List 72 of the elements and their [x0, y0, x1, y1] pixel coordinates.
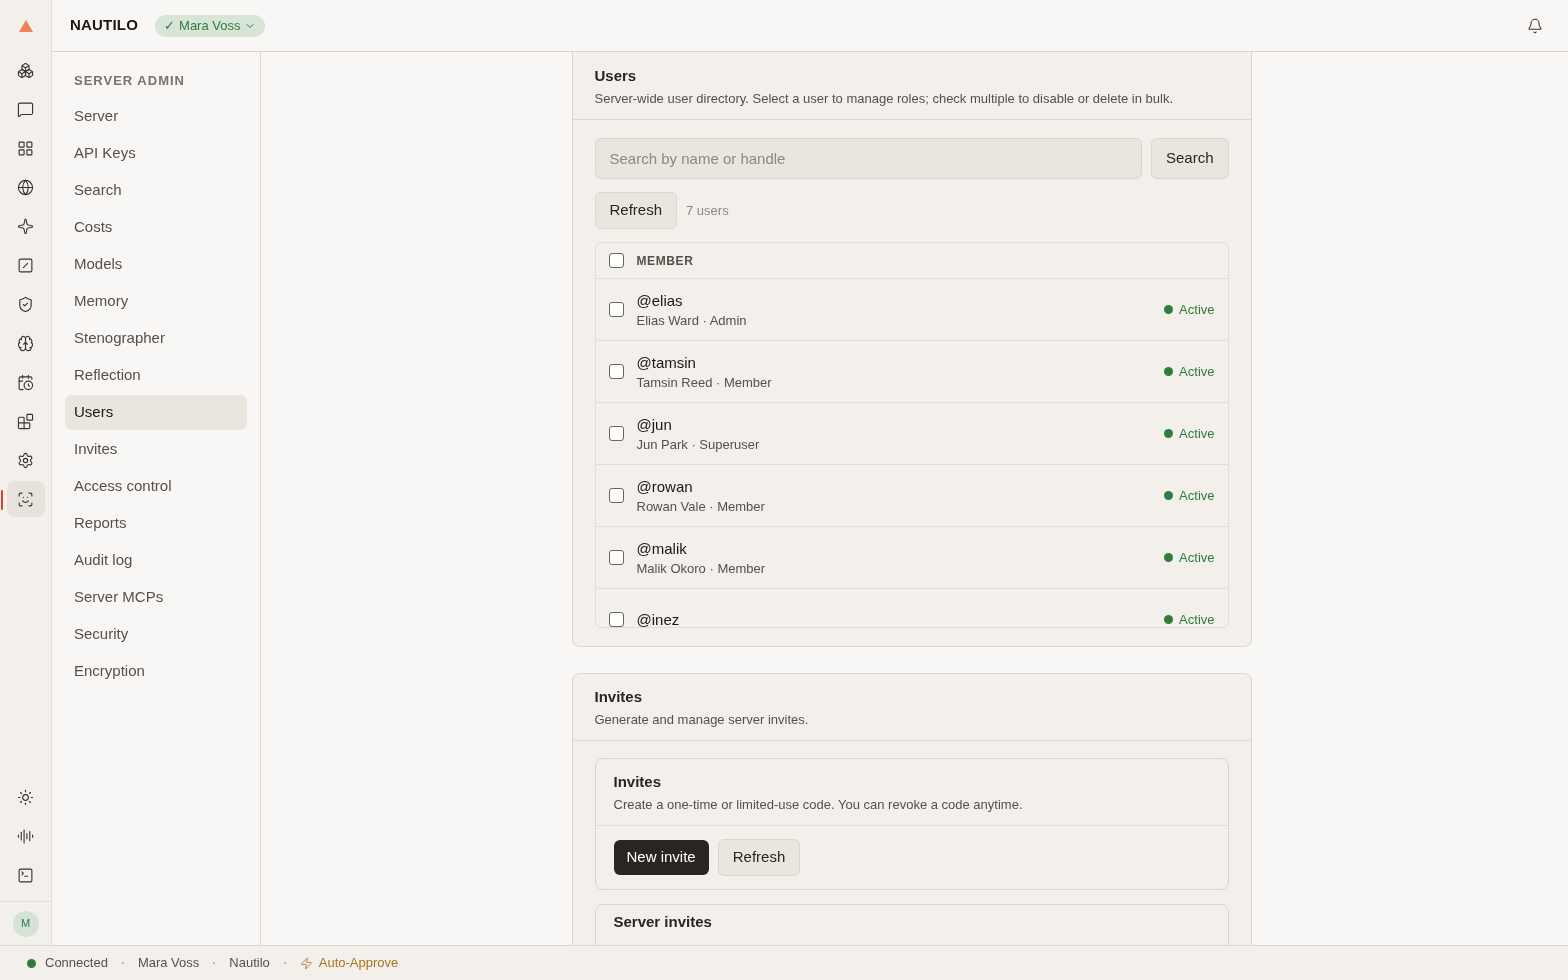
avatar[interactable]: M [12, 910, 39, 937]
new-invite-button[interactable]: New invite [613, 840, 709, 875]
auto-approve-toggle[interactable]: Auto-Approve [299, 953, 399, 973]
sidebar-item[interactable]: Audit log [65, 542, 247, 578]
user-count: 7 users [686, 201, 729, 220]
section-description: Server-wide user directory. Select a user to manage roles; check multiple to disable or delete in bulk. [594, 90, 1175, 107]
checkbox[interactable] [608, 488, 624, 503]
sidebar-item[interactable]: Users [65, 394, 247, 430]
checkbox[interactable] [608, 612, 624, 627]
user-row[interactable]: @tamsin Tamsin Reed · Member Active [595, 341, 1228, 403]
connection-status: Connected [45, 954, 108, 973]
user-detail: Rowan Vale · Member [636, 499, 766, 516]
panel-title: Invites [613, 773, 663, 792]
checkbox[interactable] [608, 302, 624, 317]
sidebar-item[interactable]: Invites [65, 431, 247, 467]
section-title: Users [594, 67, 638, 86]
sidebar-item[interactable]: Search [65, 172, 247, 208]
logo-icon [18, 20, 33, 32]
user-row[interactable]: @rowan Rowan Vale · Member Active [595, 465, 1228, 527]
user-row[interactable]: @jun Jun Park · Superuser Active [595, 403, 1228, 465]
status-label: Active [1179, 548, 1215, 567]
user-detail: Malik Okoro · Member [636, 561, 767, 578]
search-field[interactable]: Search by name or handle [594, 138, 1142, 179]
status-text: Nautilo [229, 954, 270, 973]
checkbox[interactable] [608, 364, 624, 379]
user-handle: @rowan [636, 477, 694, 497]
user-handle: @jun [636, 415, 673, 435]
sidebar-item[interactable]: Reflection [65, 357, 247, 393]
status-text: Mara Voss [137, 954, 200, 973]
sidebar-item[interactable]: Stenographer [65, 320, 247, 356]
checkbox[interactable] [608, 550, 624, 565]
panel-description: Create a one-time or limited-use code. You can revoke a code anytime. [613, 796, 1024, 813]
section-description: Generate and manage server invites. [594, 711, 810, 728]
sidebar-item[interactable]: Reports [65, 505, 247, 541]
active-indicator [0, 490, 3, 510]
status-label: Active [1179, 300, 1215, 319]
search-button[interactable]: Search [1150, 138, 1229, 179]
bell-icon[interactable] [1527, 17, 1543, 34]
user-handle: @malik [636, 539, 688, 559]
checkbox[interactable] [608, 426, 624, 441]
status-label: Active [1179, 610, 1215, 627]
panel-title: Server invites [613, 913, 713, 932]
lightning-icon [299, 956, 313, 970]
status-label: Active [1179, 486, 1215, 505]
sidebar-item[interactable]: Memory [65, 283, 247, 319]
user-handle: @inez [636, 611, 681, 627]
status-label: Active [1179, 362, 1215, 381]
user-row[interactable]: @malik Malik Okoro · Member Active [595, 527, 1228, 589]
sidebar-item[interactable]: Server [65, 98, 247, 134]
user-detail: Jun Park · Superuser [636, 437, 761, 454]
user-badge[interactable]: ✓ Mara Voss [155, 14, 266, 37]
section-title: Invites [594, 688, 644, 707]
user-row[interactable]: @inez Active [595, 589, 1228, 627]
user-handle: @elias [636, 291, 684, 311]
refresh-button[interactable]: Refresh [717, 839, 801, 876]
sidebar-item[interactable]: Security [65, 616, 247, 652]
sidebar-item[interactable]: Access control [65, 468, 247, 504]
status-label: Active [1179, 424, 1215, 443]
sidebar-item[interactable]: Server MCPs [65, 579, 247, 615]
sidebar-item[interactable]: Encryption [65, 653, 247, 689]
column-header: MEMBER [636, 252, 694, 270]
sidebar-item[interactable]: Costs [65, 209, 247, 245]
user-detail: Tamsin Reed · Member [636, 375, 773, 392]
checkbox[interactable] [608, 253, 624, 268]
user-detail: Elias Ward · Admin [636, 313, 748, 330]
sidebar-item[interactable]: Models [65, 246, 247, 282]
user-handle: @tamsin [636, 353, 697, 373]
sidebar-item[interactable]: API Keys [65, 135, 247, 171]
refresh-button[interactable]: Refresh [594, 192, 678, 229]
app-name: NAUTILO [70, 15, 139, 36]
user-row[interactable]: @elias Elias Ward · Admin Active [595, 279, 1228, 341]
sidebar-heading: SERVER ADMIN [73, 72, 186, 90]
